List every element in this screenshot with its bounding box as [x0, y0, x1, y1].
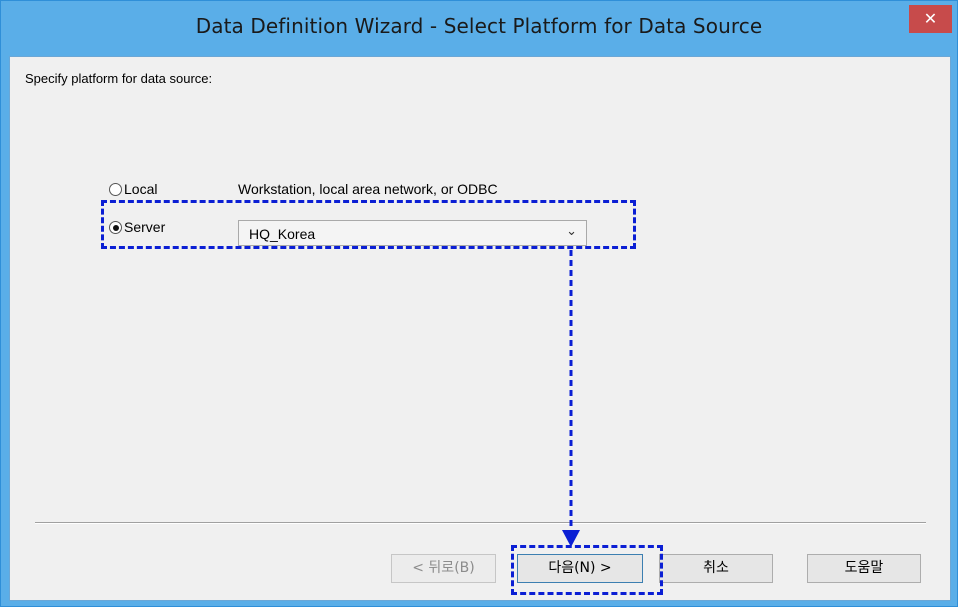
annotation-arrow [562, 250, 580, 547]
arrow-head [562, 530, 580, 547]
